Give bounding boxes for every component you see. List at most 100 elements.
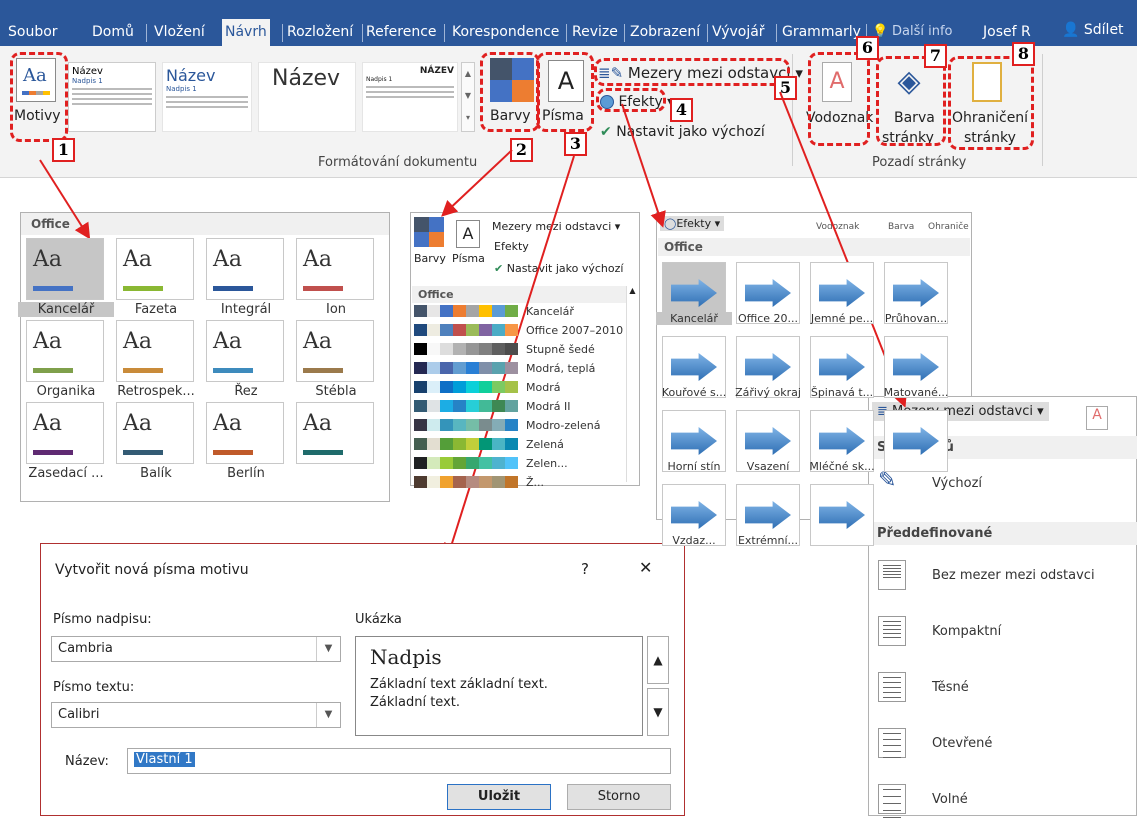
style-gallery-item-1[interactable]: Název Nadpis 1 (68, 62, 156, 132)
body-font-label: Písmo textu: (53, 680, 135, 695)
spacing-mini-button[interactable]: Mezery mezi odstavci ▾ (492, 220, 620, 233)
spacing-option-2[interactable]: Kompaktní (868, 612, 1136, 656)
chevron-down-icon: ▼ (316, 703, 340, 727)
spacing-icon (878, 728, 906, 758)
style-gallery-item-4[interactable]: NÁZEV Nadpis 1 (362, 62, 458, 132)
fonts-mini-icon[interactable]: A (456, 220, 480, 248)
effect-15[interactable] (810, 484, 874, 546)
effect-name: Kouřové s... (661, 386, 727, 399)
theme-name: Fazeta (134, 302, 178, 317)
effects-mini-button[interactable]: Efekty (494, 240, 529, 253)
callout-3: 3 (564, 132, 587, 156)
color-scheme-1[interactable] (414, 305, 518, 319)
theme-9[interactable]: Aa (26, 402, 104, 464)
tab-view[interactable]: Zobrazení (630, 24, 700, 40)
spacing-icon (878, 560, 906, 590)
heading-font-label: Písmo nadpisu: (53, 612, 152, 627)
color-scheme-name: Modro-zelená (526, 419, 601, 432)
help-button[interactable]: ? (581, 560, 589, 578)
theme-6[interactable]: Aa (116, 320, 194, 382)
tell-me-box[interactable]: Další info (892, 24, 953, 39)
spacing-option-5[interactable]: Volné (868, 780, 1136, 824)
theme-3[interactable]: Aa (206, 238, 284, 300)
color-scheme-10[interactable] (414, 476, 518, 490)
theme-name: Integrál (220, 302, 272, 317)
color-scheme-9[interactable] (414, 457, 518, 471)
effect-name: Vzdaz... (672, 534, 716, 547)
colors-mini-icon[interactable] (414, 217, 444, 247)
theme-11[interactable]: Aa (206, 402, 284, 464)
effect-12[interactable] (884, 410, 948, 472)
theme-12[interactable]: Aa (296, 402, 374, 464)
callout-6: 6 (856, 36, 879, 60)
style-gallery-item-3[interactable]: Název (258, 62, 356, 132)
user-name[interactable]: Josef R (983, 24, 1031, 40)
theme-1[interactable]: Aa (26, 238, 104, 300)
dialog-title: Vytvořit nová písma motivu (55, 562, 249, 578)
save-button[interactable]: Uložit (447, 784, 551, 810)
close-icon[interactable]: ✕ (639, 558, 652, 577)
set-default-button[interactable]: ✔ Nastavit jako výchozí (600, 124, 765, 140)
effects-dropdown-button[interactable]: ◯Efekty ▾ (660, 216, 725, 231)
heading-font-select[interactable]: Cambria ▼ (51, 636, 341, 662)
theme-8[interactable]: Aa (296, 320, 374, 382)
spacing-option-4[interactable]: Otevřené (868, 724, 1136, 768)
color-scheme-name: Kancelář (526, 305, 574, 318)
color-scheme-6[interactable] (414, 400, 518, 414)
callout-5: 5 (774, 76, 797, 100)
style-gallery-item-2[interactable]: Název Nadpis 1 (162, 62, 252, 132)
scroll-down-button[interactable]: ▼ (647, 688, 669, 736)
effect-name: Horní stín (667, 460, 721, 473)
ribbon-tab-bar: Soubor Domů Vložení Návrh Rozložení Refe… (0, 0, 1137, 46)
color-scheme-name: Office 2007–2010 (526, 324, 624, 337)
body-font-select[interactable]: Calibri ▼ (51, 702, 341, 728)
themes-section-office: Office (21, 213, 389, 235)
colors-scrollbar[interactable]: ▲ (626, 286, 638, 482)
theme-2[interactable]: Aa (116, 238, 194, 300)
color-scheme-name: Zelená (526, 438, 564, 451)
tab-developer[interactable]: Vývojář (712, 24, 765, 40)
tab-grammarly[interactable]: Grammarly (782, 24, 861, 40)
color-scheme-3[interactable] (414, 343, 518, 357)
watermark-mini-icon: A (1086, 406, 1108, 430)
theme-7[interactable]: Aa (206, 320, 284, 382)
tab-review[interactable]: Revize (572, 24, 618, 40)
tab-mailings[interactable]: Korespondence (452, 24, 559, 40)
default-mini-button[interactable]: ✔ Nastavit jako výchozí (494, 262, 623, 275)
color-scheme-8[interactable] (414, 438, 518, 452)
create-theme-fonts-dialog: Vytvořit nová písma motivu ? ✕ Písmo nad… (40, 543, 685, 816)
name-input[interactable]: Vlastní 1 (127, 748, 671, 774)
color-scheme-name: Modrá II (526, 400, 571, 413)
tab-file[interactable]: Soubor (8, 24, 58, 40)
tab-home[interactable]: Domů (92, 24, 134, 40)
color-scheme-5[interactable] (414, 381, 518, 395)
spacing-option-1[interactable]: Bez mezer mezi odstavci (868, 556, 1136, 600)
effect-name: Office 20... (737, 312, 799, 325)
cancel-button[interactable]: Storno (567, 784, 671, 810)
effect-name: Špinavá t... (810, 386, 874, 399)
color-scheme-7[interactable] (414, 419, 518, 433)
tab-references[interactable]: Reference (366, 24, 437, 40)
theme-name: Berlín (227, 466, 265, 481)
name-label: Název: (65, 754, 109, 769)
color-scheme-name: Ž... (526, 476, 545, 489)
scroll-up-button[interactable]: ▲ (647, 636, 669, 684)
theme-10[interactable]: Aa (116, 402, 194, 464)
group-label-document-formatting: Formátování dokumentu (318, 155, 478, 170)
tab-layout[interactable]: Rozložení (287, 24, 353, 40)
gallery-scroll[interactable]: ▲ ▼ ▾ (461, 62, 475, 132)
spacing-option-3[interactable]: Těsné (868, 668, 1136, 712)
theme-5[interactable]: Aa (26, 320, 104, 382)
callout-1: 1 (52, 138, 75, 162)
color-scheme-4[interactable] (414, 362, 518, 376)
theme-name: Stébla (315, 384, 357, 399)
tab-insert[interactable]: Vložení (154, 24, 205, 40)
theme-name: Kancelář (18, 302, 114, 317)
tab-design[interactable]: Návrh (222, 19, 270, 46)
color-scheme-2[interactable] (414, 324, 518, 338)
share-button[interactable]: 👤 Sdílet (1062, 22, 1124, 38)
theme-4[interactable]: Aa (296, 238, 374, 300)
theme-name: Zasedací ... (28, 466, 104, 481)
effect-name: Extrémní... (737, 534, 799, 547)
effect-name: Jemné pe... (810, 312, 874, 325)
